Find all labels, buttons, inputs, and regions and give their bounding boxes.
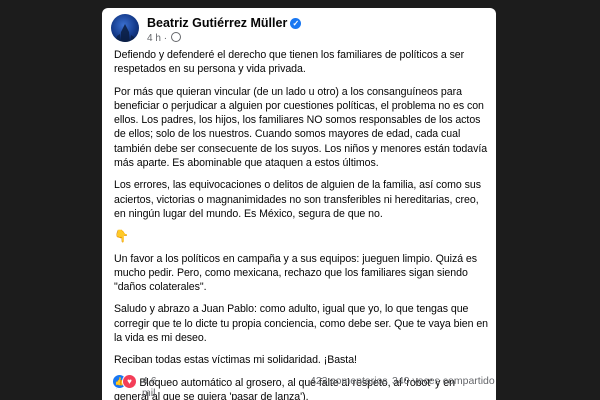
post-paragraph: Saludo y abrazo a Juan Pablo: como adult… [114,303,489,345]
reaction-count[interactable]: 4,6 mil [142,375,157,399]
shares-count-link[interactable]: 340 veces compartido [392,375,495,387]
post-body: Defiendo y defenderé el derecho que tien… [114,48,492,400]
author-name-text[interactable]: Beatriz Gutiérrez Müller [147,16,287,30]
author-avatar[interactable] [111,14,139,42]
love-reaction-icon: ♥ [122,374,137,389]
post-meta: 4 h · [147,32,181,44]
meta-separator: · [163,33,168,44]
post-paragraph: Defiendo y defenderé el derecho que tien… [114,49,465,76]
post-footer: 👍 ♥ 4,6 mil 422 comentarios 340 veces co… [112,374,495,399]
post-timestamp[interactable]: 4 h [147,33,161,44]
post-header: Beatriz Gutiérrez Müller ✓ 4 h · [111,14,481,44]
post-card: Beatriz Gutiérrez Müller ✓ 4 h · Defiendo… [102,8,496,400]
verified-badge-icon: ✓ [290,18,302,29]
comments-count-link[interactable]: 422 comentarios [310,375,388,387]
author-name[interactable]: Beatriz Gutiérrez Müller ✓ [147,16,302,30]
post-paragraph: Por más que quieran vincular (de un lado… [114,85,488,170]
pointing-hand-emoji: 👇 [114,229,129,244]
globe-icon [170,32,181,42]
post-paragraph: Reciban todas estas víctimas mi solidari… [114,354,357,367]
post-paragraph: Un favor a los políticos en campaña y a … [114,252,478,294]
post-paragraph: Los errores, las equivocaciones o delito… [114,179,481,220]
avatar-silhouette-icon [115,24,135,42]
